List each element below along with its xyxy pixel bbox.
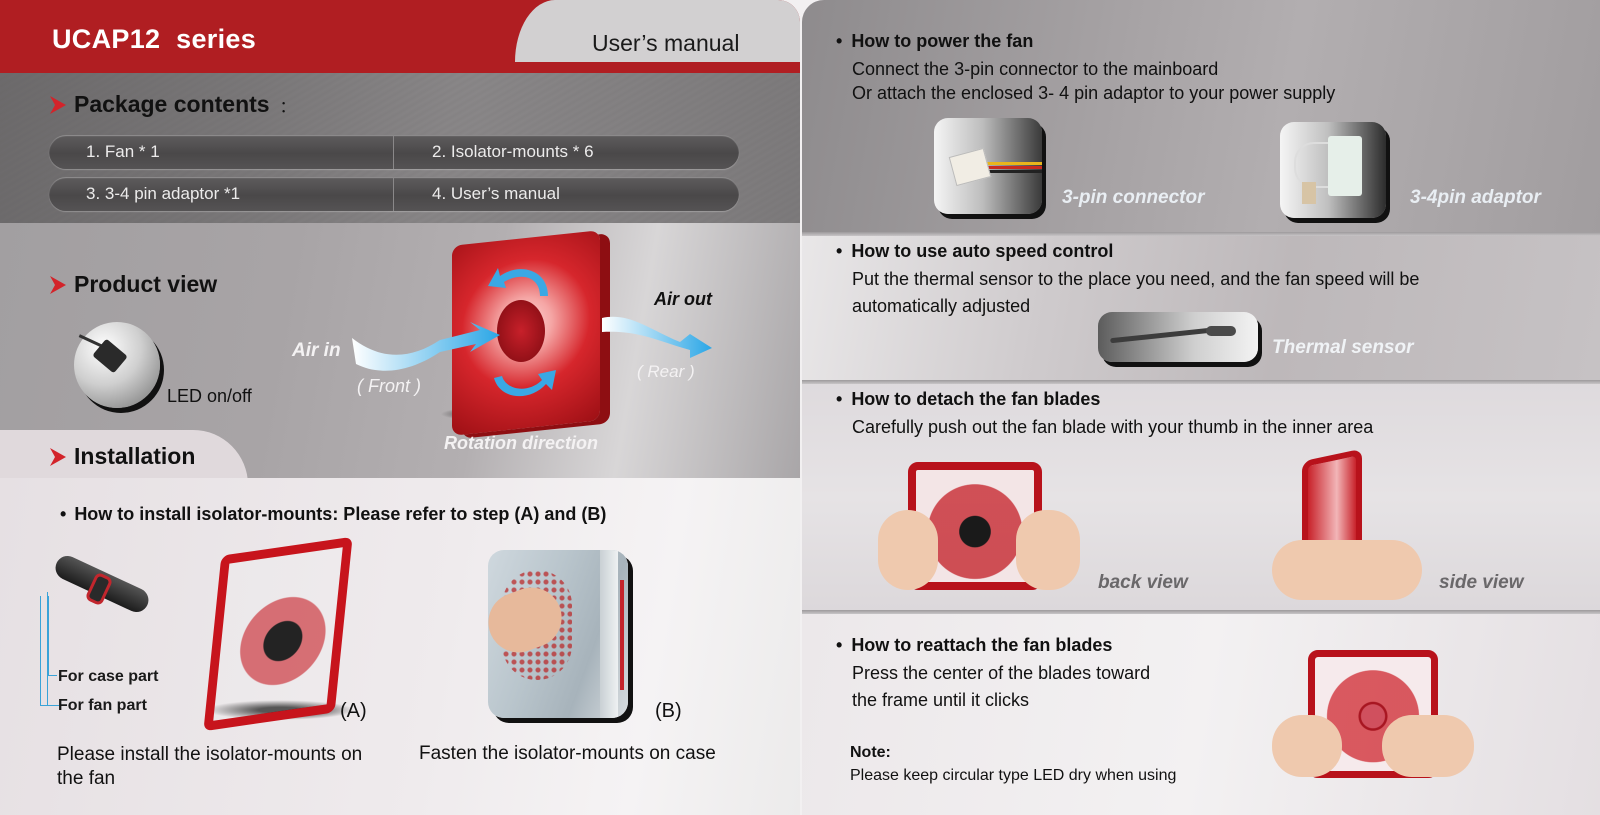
wire-black: [984, 170, 1042, 173]
detach-heading-text: How to detach the fan blades: [851, 389, 1101, 409]
section-divider: [802, 232, 1600, 236]
small-plug-icon: [1302, 182, 1316, 204]
reattach-line: the frame until it clicks: [852, 690, 1030, 710]
molex-plug-icon: [1328, 136, 1362, 196]
note-text: Please keep circular type LED dry when u…: [850, 767, 1177, 784]
installation-title: Installation: [74, 443, 196, 469]
air-out-label: Air out: [654, 289, 712, 309]
step-a-caption: Please install the isolator-mounts on th…: [57, 744, 363, 789]
power-heading-text: How to power the fan: [851, 31, 1034, 51]
detach-line: Carefully push out the fan blade with yo…: [852, 417, 1374, 437]
manual-page: UCAP12 series User’s manual Package cont…: [0, 0, 1600, 815]
airflow-arrows: [352, 268, 712, 397]
hand-image: [1272, 540, 1422, 600]
adaptor-photo: [1280, 122, 1386, 218]
connector-photo: [934, 118, 1042, 214]
air-out-arrow-icon: [602, 316, 712, 358]
bullet-icon: •: [836, 635, 843, 655]
rotation-label: Rotation direction: [444, 433, 598, 453]
wire-yellow: [984, 162, 1042, 165]
right-panel: • How to power the fan Connect the 3-pin …: [802, 0, 1600, 815]
auto-speed-heading-text: How to use auto speed control: [851, 241, 1114, 261]
rear-label: ( Rear ): [637, 362, 695, 381]
case-rail: [600, 550, 618, 718]
air-in-label: Air in: [292, 340, 341, 361]
connector-caption: 3-pin connector: [1062, 187, 1205, 208]
chevron-right-icon: [50, 447, 66, 466]
probe-tip-icon: [1206, 326, 1236, 336]
back-view-caption: back view: [1098, 572, 1188, 593]
power-line: Connect the 3-pin connector to the mainb…: [852, 59, 1219, 79]
front-label: ( Front ): [357, 376, 422, 396]
leader-line: [48, 596, 57, 676]
installation-heading: Installation: [50, 443, 195, 470]
auto-speed-line: automatically adjusted: [852, 296, 1031, 316]
case-mount-photo: [488, 550, 628, 718]
hand-image: [1016, 510, 1080, 590]
section-divider: [802, 610, 1600, 614]
bullet-icon: •: [836, 389, 843, 409]
bullet-icon: •: [60, 504, 67, 524]
side-view-caption: side view: [1439, 572, 1524, 593]
power-heading: • How to power the fan: [836, 31, 1033, 52]
left-panel: UCAP12 series User’s manual Package cont…: [0, 0, 800, 815]
bullet-icon: •: [836, 31, 843, 51]
auto-speed-heading: • How to use auto speed control: [836, 241, 1113, 262]
hand-image: [1382, 715, 1474, 777]
auto-speed-line: Put the thermal sensor to the place you …: [852, 269, 1420, 289]
reattach-line: Press the center of the blades toward: [852, 663, 1151, 683]
power-line: Or attach the enclosed 3- 4 pin adaptor …: [852, 83, 1336, 103]
bullet-icon: •: [836, 241, 843, 261]
installation-bullet: • How to install isolator-mounts: Please …: [60, 504, 606, 525]
installation-bullet-text: How to install isolator-mounts: Please r…: [74, 504, 607, 524]
reattach-heading: • How to reattach the fan blades: [836, 635, 1112, 656]
step-b-caption: Fasten the isolator-mounts on case: [419, 743, 716, 764]
adaptor-caption: 3-4pin adaptor: [1410, 187, 1541, 208]
hand-image: [1272, 715, 1342, 777]
section-divider: [802, 380, 1600, 384]
wire-red: [984, 166, 1042, 169]
for-case-label: For case part: [58, 668, 159, 685]
rotation-arrow-top-icon: [488, 268, 548, 296]
detach-heading: • How to detach the fan blades: [836, 389, 1100, 410]
step-b-label: (B): [655, 700, 682, 722]
note-heading: Note:: [850, 744, 891, 761]
red-strip: [620, 580, 624, 690]
hand-image: [878, 510, 938, 590]
rotation-arrow-bottom-icon: [494, 370, 556, 397]
thermal-sensor-caption: Thermal sensor: [1272, 337, 1414, 358]
thermal-sensor-photo: [1098, 312, 1258, 362]
step-a-label: (A): [340, 700, 367, 722]
reattach-heading-text: How to reattach the fan blades: [851, 635, 1113, 655]
fan-with-mounts-photo: [203, 536, 353, 732]
plug-icon: [948, 147, 992, 187]
air-in-arrow-icon: [352, 322, 500, 371]
for-fan-label: For fan part: [58, 697, 147, 714]
